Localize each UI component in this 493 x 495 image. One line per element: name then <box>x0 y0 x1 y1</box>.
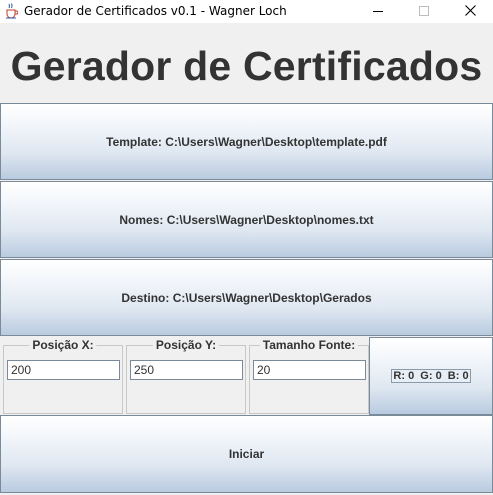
window-title: Gerador de Certificados v0.1 - Wagner Lo… <box>24 4 287 18</box>
destino-button[interactable]: Destino: C:\Users\Wagner\Desktop\Gerados <box>0 259 493 336</box>
nomes-button-label: Nomes: C:\Users\Wagner\Desktop\nomes.txt <box>119 212 374 227</box>
minimize-icon <box>373 3 383 21</box>
tamanho-fonte-input[interactable] <box>253 360 366 380</box>
page-title: Gerador de Certificados <box>10 43 483 89</box>
posicao-y-label: Posição Y: <box>152 338 220 352</box>
template-button-label: Template: C:\Users\Wagner\Desktop\templa… <box>106 134 387 149</box>
posicao-x-input[interactable] <box>7 360 120 380</box>
maximize-icon <box>419 3 429 21</box>
iniciar-button[interactable]: Iniciar <box>0 415 493 493</box>
header: Gerador de Certificados <box>0 23 493 103</box>
nomes-button[interactable]: Nomes: C:\Users\Wagner\Desktop\nomes.txt <box>0 181 493 258</box>
java-cup-icon[interactable] <box>4 3 19 19</box>
template-button[interactable]: Template: C:\Users\Wagner\Desktop\templa… <box>0 103 493 180</box>
minimize-button[interactable] <box>355 0 401 23</box>
tamanho-fonte-panel: Tamanho Fonte: <box>249 338 369 414</box>
window-titlebar[interactable]: Gerador de Certificados v0.1 - Wagner Lo… <box>0 0 493 23</box>
maximize-button[interactable] <box>401 0 447 23</box>
iniciar-button-label: Iniciar <box>228 447 265 461</box>
close-button[interactable] <box>447 0 493 23</box>
color-button-label: R: 0 G: 0 B: 0 <box>391 369 471 383</box>
tamanho-fonte-label: Tamanho Fonte: <box>259 338 359 352</box>
color-button[interactable]: R: 0 G: 0 B: 0 <box>369 337 493 415</box>
destino-button-label: Destino: C:\Users\Wagner\Desktop\Gerados <box>121 290 372 305</box>
posicao-y-input[interactable] <box>130 360 243 380</box>
posicao-y-panel: Posição Y: <box>126 338 246 414</box>
posicao-x-panel: Posição X: <box>3 338 123 414</box>
posicao-x-label: Posição X: <box>29 338 97 352</box>
close-icon <box>464 3 476 21</box>
